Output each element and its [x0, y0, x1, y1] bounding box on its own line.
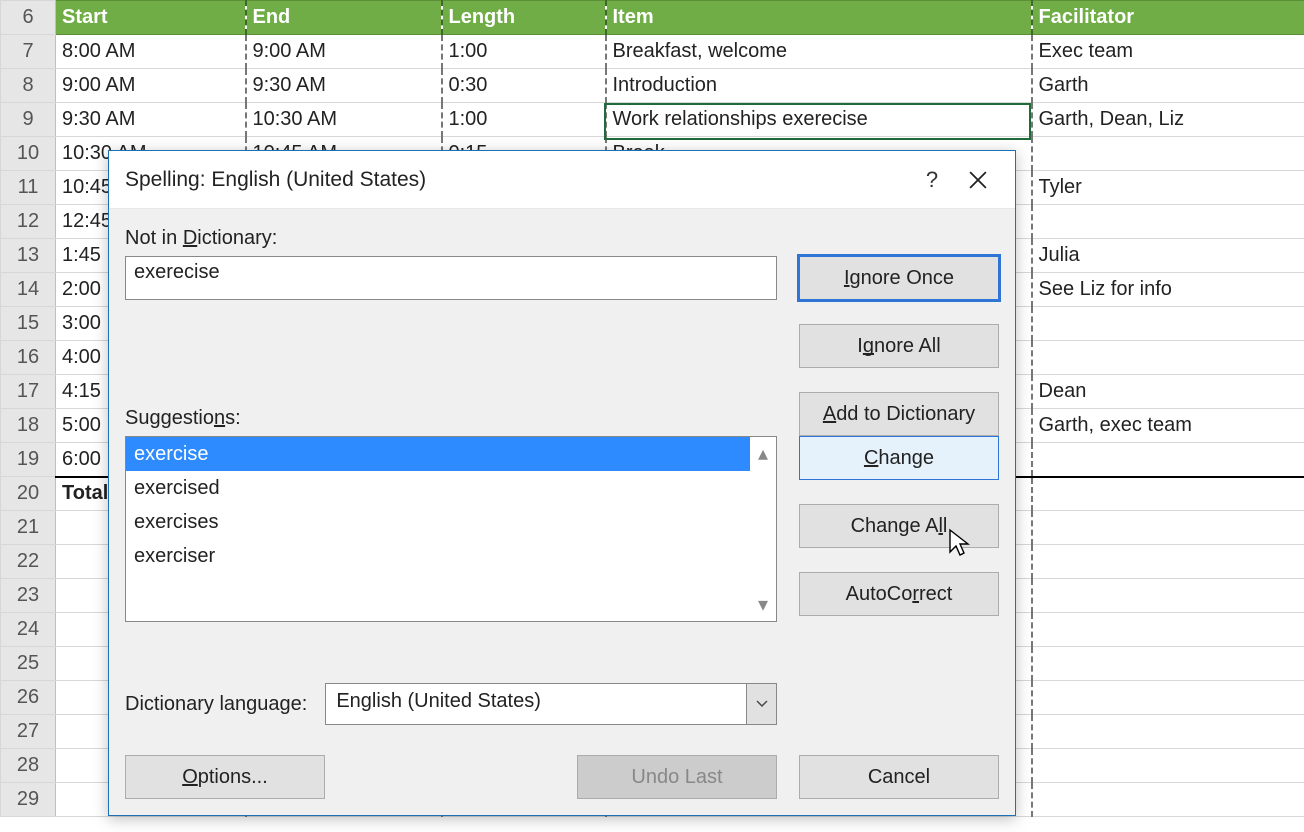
suggestion-item[interactable]: exercises	[126, 505, 750, 539]
row-header[interactable]: 9	[1, 103, 56, 137]
cell[interactable]: 1:00	[442, 103, 606, 137]
row-header[interactable]: 20	[1, 477, 56, 511]
chevron-down-icon[interactable]	[746, 684, 776, 724]
cell[interactable]: Tyler	[1032, 171, 1304, 205]
cell[interactable]: Exec team	[1032, 35, 1304, 69]
column-header[interactable]: Length	[442, 1, 606, 35]
close-button[interactable]	[955, 160, 1001, 200]
cell[interactable]	[1032, 341, 1304, 375]
dialog-titlebar[interactable]: Spelling: English (United States) ?	[109, 151, 1015, 209]
suggestions-scrollbar[interactable]: ▴ ▾	[750, 437, 776, 621]
row-header[interactable]: 12	[1, 205, 56, 239]
suggestion-item[interactable]: exercise	[126, 437, 750, 471]
ignore-once-button[interactable]: Ignore Once	[799, 256, 999, 300]
column-header[interactable]: Facilitator	[1032, 1, 1304, 35]
cell[interactable]	[1032, 681, 1304, 715]
suggestion-item[interactable]: exerciser	[126, 539, 750, 573]
cell[interactable]	[1032, 443, 1304, 477]
row-header[interactable]: 17	[1, 375, 56, 409]
row-header[interactable]: 10	[1, 137, 56, 171]
row-header[interactable]: 18	[1, 409, 56, 443]
close-icon	[969, 171, 987, 189]
ignore-all-button[interactable]: Ignore All	[799, 324, 999, 368]
row-header[interactable]: 27	[1, 715, 56, 749]
cancel-button[interactable]: Cancel	[799, 755, 999, 799]
dictionary-language-value: English (United States)	[326, 684, 746, 724]
scroll-up-icon[interactable]: ▴	[758, 441, 768, 466]
spelling-dialog: Spelling: English (United States) ? Not …	[108, 150, 1016, 816]
not-in-dictionary-input[interactable]: exerecise	[125, 256, 777, 300]
row-header[interactable]: 25	[1, 647, 56, 681]
row-header[interactable]: 24	[1, 613, 56, 647]
row-header[interactable]: 11	[1, 171, 56, 205]
cell[interactable]	[1032, 137, 1304, 171]
cell[interactable]: 9:00 AM	[56, 69, 246, 103]
undo-last-button: Undo Last	[577, 755, 777, 799]
column-header[interactable]: Item	[606, 1, 1032, 35]
cell[interactable]	[1032, 613, 1304, 647]
options-button[interactable]: Options...	[125, 755, 325, 799]
cell[interactable]: Work relationships exerecise	[606, 103, 1032, 137]
cell[interactable]: 8:00 AM	[56, 35, 246, 69]
row-header[interactable]: 22	[1, 545, 56, 579]
cell[interactable]: Garth, Dean, Liz	[1032, 103, 1304, 137]
row-header[interactable]: 13	[1, 239, 56, 273]
change-button[interactable]: Change	[799, 436, 999, 480]
row-header[interactable]: 15	[1, 307, 56, 341]
row-header[interactable]: 21	[1, 511, 56, 545]
cell[interactable]: See Liz for info	[1032, 273, 1304, 307]
not-in-dictionary-label: Not in Dictionary:	[125, 227, 777, 250]
cell[interactable]: 1:00	[442, 35, 606, 69]
cell[interactable]: Garth, exec team	[1032, 409, 1304, 443]
cell[interactable]	[1032, 511, 1304, 545]
cell[interactable]: 9:30 AM	[56, 103, 246, 137]
dictionary-language-label: Dictionary language:	[125, 693, 307, 716]
cell[interactable]: 9:30 AM	[246, 69, 442, 103]
row-header[interactable]: 14	[1, 273, 56, 307]
column-header[interactable]: End	[246, 1, 442, 35]
cell[interactable]: 0:30	[442, 69, 606, 103]
cell[interactable]	[1032, 715, 1304, 749]
cell[interactable]: Julia	[1032, 239, 1304, 273]
cell[interactable]	[1032, 647, 1304, 681]
cell[interactable]	[1032, 477, 1304, 511]
scroll-down-icon[interactable]: ▾	[758, 592, 768, 617]
cell[interactable]	[1032, 783, 1304, 817]
row-header[interactable]: 23	[1, 579, 56, 613]
change-all-button[interactable]: Change All	[799, 504, 999, 548]
cell[interactable]	[1032, 545, 1304, 579]
row-header[interactable]: 28	[1, 749, 56, 783]
row-header[interactable]: 26	[1, 681, 56, 715]
cell[interactable]	[1032, 205, 1304, 239]
cell[interactable]	[1032, 579, 1304, 613]
cell[interactable]: Garth	[1032, 69, 1304, 103]
suggestions-label: Suggestions:	[125, 407, 777, 430]
cell[interactable]: 10:30 AM	[246, 103, 442, 137]
cell[interactable]: Introduction	[606, 69, 1032, 103]
dialog-title: Spelling: English (United States)	[125, 168, 909, 192]
add-to-dictionary-button[interactable]: Add to Dictionary	[799, 392, 999, 436]
cell[interactable]	[1032, 307, 1304, 341]
row-header[interactable]: 7	[1, 35, 56, 69]
autocorrect-button[interactable]: AutoCorrect	[799, 572, 999, 616]
cell[interactable]	[1032, 749, 1304, 783]
row-header[interactable]: 29	[1, 783, 56, 817]
row-header[interactable]: 16	[1, 341, 56, 375]
cell[interactable]: Dean	[1032, 375, 1304, 409]
row-header[interactable]: 19	[1, 443, 56, 477]
cell[interactable]: Breakfast, welcome	[606, 35, 1032, 69]
row-header[interactable]: 6	[1, 1, 56, 35]
suggestion-item[interactable]: exercised	[126, 471, 750, 505]
help-button[interactable]: ?	[909, 160, 955, 200]
column-header[interactable]: Start	[56, 1, 246, 35]
dictionary-language-select[interactable]: English (United States)	[325, 683, 777, 725]
suggestions-listbox[interactable]: exerciseexercisedexercisesexerciser ▴ ▾	[125, 436, 777, 622]
cell[interactable]: 9:00 AM	[246, 35, 442, 69]
row-header[interactable]: 8	[1, 69, 56, 103]
